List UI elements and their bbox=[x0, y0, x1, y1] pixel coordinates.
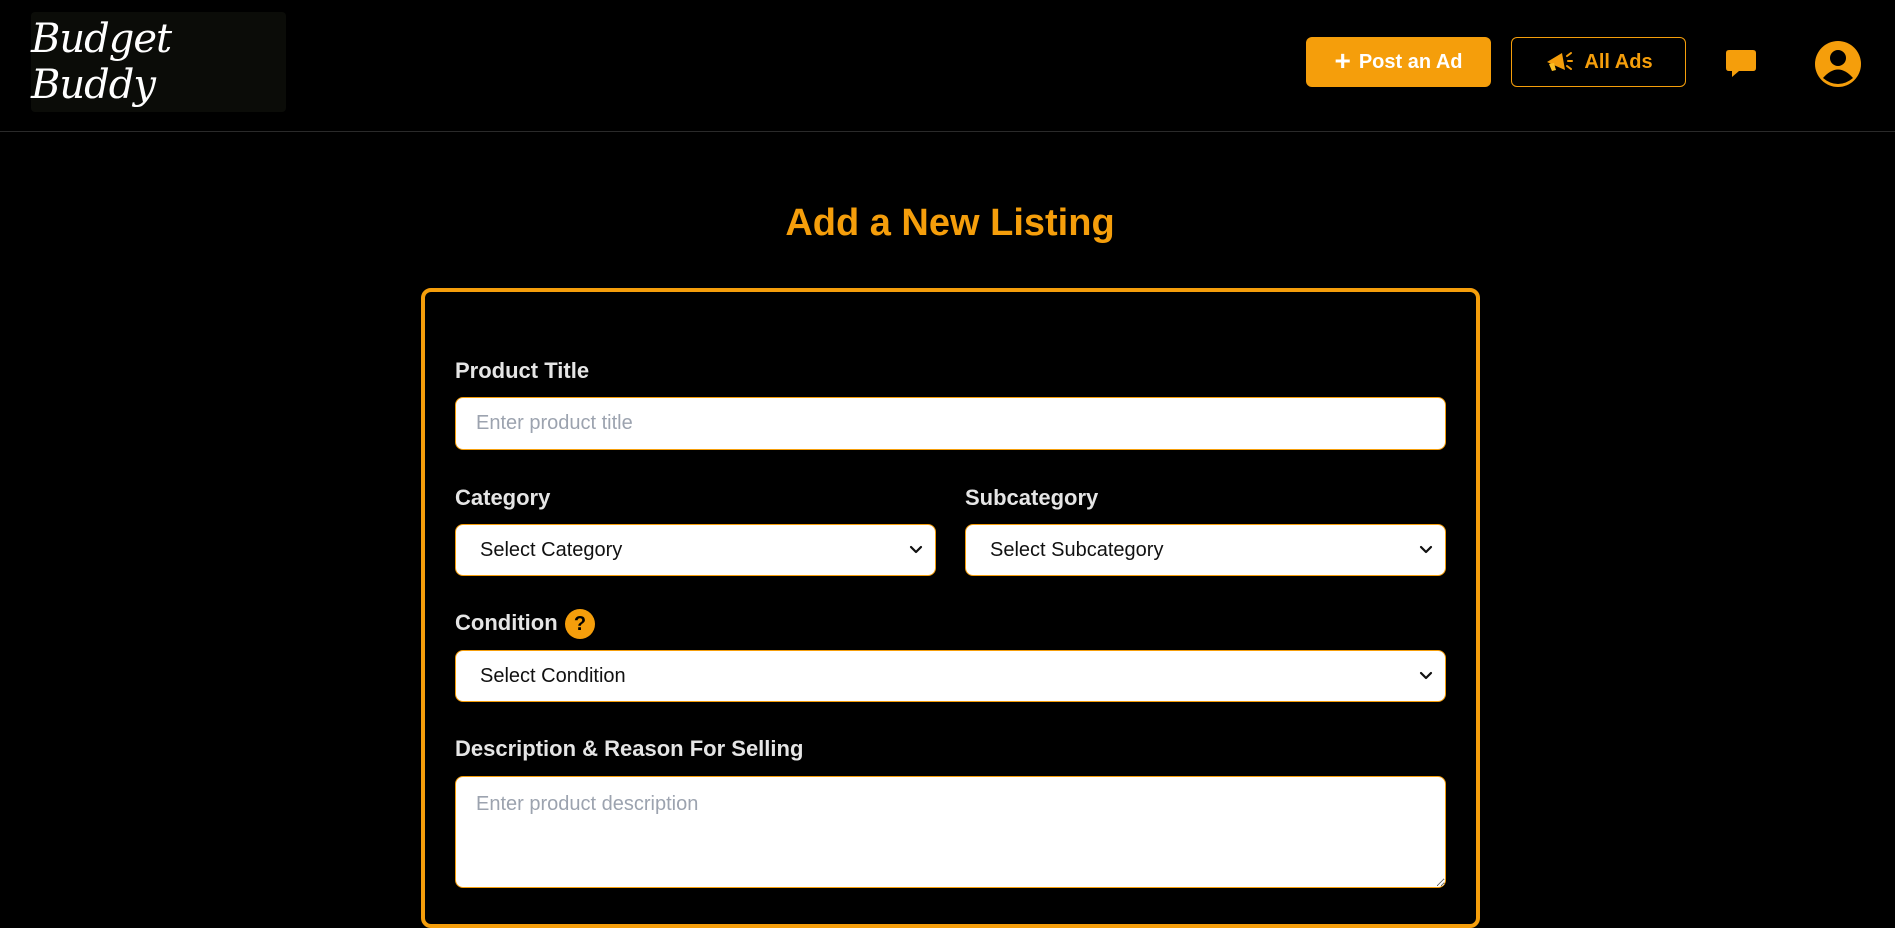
condition-selected-value: Select Condition bbox=[480, 664, 626, 687]
condition-label: Condition bbox=[455, 610, 558, 635]
chevron-down-icon bbox=[1419, 545, 1433, 554]
post-ad-label: Post an Ad bbox=[1358, 50, 1463, 73]
condition-select[interactable]: Select Condition bbox=[455, 650, 1446, 702]
subcategory-label: Subcategory bbox=[965, 485, 1099, 510]
product-title-label: Product Title bbox=[455, 358, 590, 383]
megaphone-icon bbox=[1547, 52, 1574, 71]
product-title-input[interactable] bbox=[455, 397, 1446, 450]
post-ad-button[interactable]: + Post an Ad bbox=[1306, 37, 1491, 87]
chevron-down-icon bbox=[909, 545, 923, 554]
subcategory-selected-value: Select Subcategory bbox=[990, 538, 1164, 561]
help-icon[interactable]: ? bbox=[565, 609, 595, 639]
category-select[interactable]: Select Category bbox=[455, 524, 936, 576]
all-ads-label: All Ads bbox=[1584, 50, 1653, 73]
user-account-icon[interactable] bbox=[1815, 41, 1861, 87]
chat-bubble-icon[interactable] bbox=[1725, 47, 1757, 79]
logo-text: Budget Buddy bbox=[31, 16, 172, 108]
description-textarea[interactable] bbox=[455, 776, 1446, 888]
category-selected-value: Select Category bbox=[480, 538, 623, 561]
subcategory-select[interactable]: Select Subcategory bbox=[965, 524, 1446, 576]
chevron-down-icon bbox=[1419, 671, 1433, 680]
all-ads-button[interactable]: All Ads bbox=[1511, 37, 1686, 87]
description-label: Description & Reason For Selling bbox=[455, 736, 804, 761]
page-title: Add a New Listing bbox=[785, 202, 1115, 244]
category-label: Category bbox=[455, 485, 551, 510]
plus-icon: + bbox=[1334, 44, 1351, 76]
logo[interactable]: Budget Buddy bbox=[31, 12, 286, 112]
navbar: Budget Buddy + Post an Ad All Ads bbox=[0, 0, 1895, 132]
